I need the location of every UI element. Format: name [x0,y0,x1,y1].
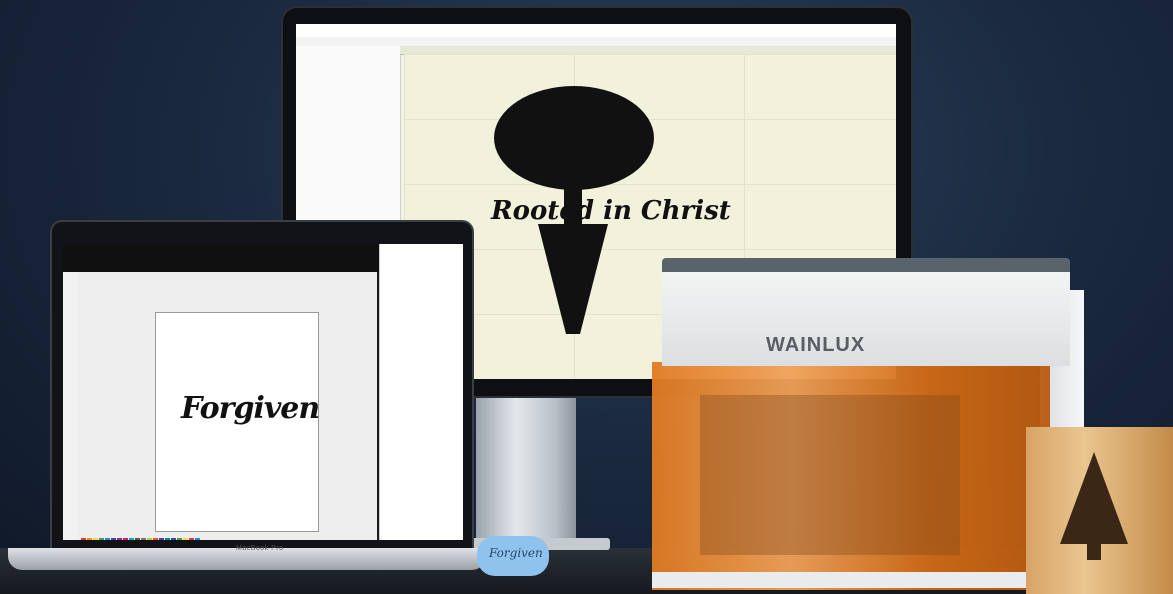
color-palette [81,530,251,540]
palette-swatch [81,538,86,540]
palette-swatch [165,538,170,540]
engraver-interior [700,395,960,555]
palette-swatch [99,538,104,540]
palette-swatch [183,538,188,540]
palette-swatch [147,538,152,540]
monitor-menubar [296,37,896,46]
palette-swatch [117,538,122,540]
engraver-brand-logo: WAINLUX [766,334,866,356]
bone-tag-text: Forgiven [489,546,543,560]
palette-swatch [135,538,140,540]
palette-swatch [129,538,134,540]
palette-swatch [177,538,182,540]
engraver-lid [662,258,1070,272]
palette-swatch [159,538,164,540]
laptop-workspace: Forgiven [77,272,377,540]
palette-swatch [123,538,128,540]
laptop-brand-label: MacBook Pro [236,545,284,552]
palette-swatch [153,538,158,540]
rooted-in-christ-text: Rooted in Christ [491,196,731,226]
forgiven-design-text: Forgiven [181,391,320,426]
palette-swatch [171,538,176,540]
palette-swatch [93,538,98,540]
laptop-artboard: Forgiven [155,312,320,532]
palette-swatch [87,538,92,540]
engraver-base [652,572,1050,588]
palette-swatch [105,538,110,540]
christmas-tree-cutout [1060,452,1128,544]
laptop: Forgiven [52,222,472,557]
palette-swatch [141,538,146,540]
palette-swatch [195,538,200,540]
palette-swatch [111,538,116,540]
laptop-screen: Forgiven [63,244,463,540]
palette-swatch [189,538,194,540]
laptop-control-panel [379,244,463,540]
engraver-top-housing [662,262,1070,366]
monitor-window-titlebar [296,24,896,38]
christmas-tree-trunk [1087,542,1101,560]
monitor-stand [476,396,576,546]
laptop-tool-strip [63,272,78,540]
